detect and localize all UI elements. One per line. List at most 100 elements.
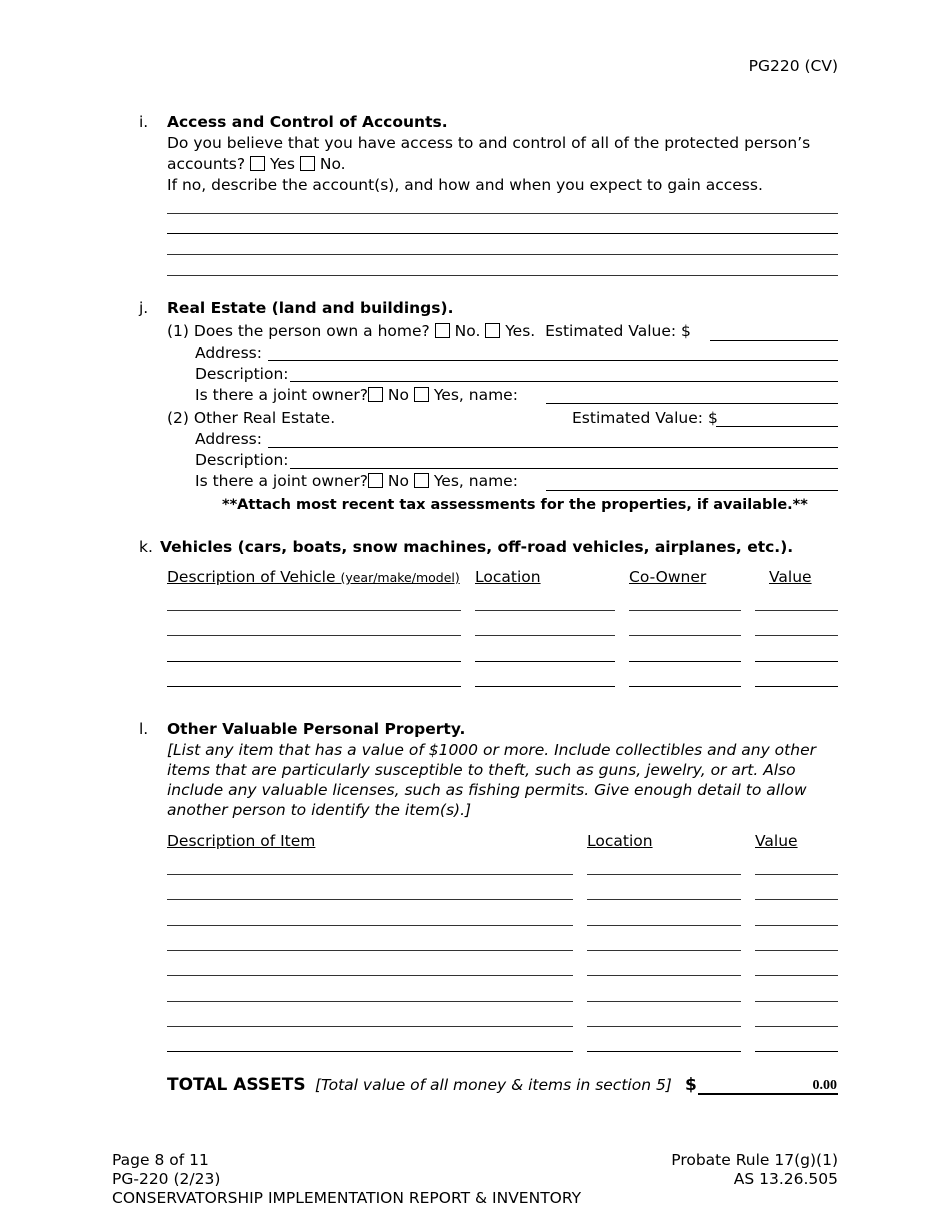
- section-k-letter: k.: [139, 538, 153, 556]
- vehicle-description-field[interactable]: [167, 635, 461, 637]
- property-location-field[interactable]: [587, 949, 741, 951]
- property-value-field[interactable]: [755, 1025, 838, 1027]
- vehicle-value-field[interactable]: [755, 660, 838, 662]
- home-description-label: Description:: [195, 365, 289, 383]
- property-description-field[interactable]: [167, 1025, 573, 1027]
- section-l-instruction-2: items that are particularly susceptible …: [167, 761, 796, 779]
- vehicle-value-field[interactable]: [755, 610, 838, 611]
- other-joint-no-checkbox[interactable]: [367, 473, 383, 488]
- property-location-field[interactable]: [587, 874, 741, 875]
- accounts-yes-checkbox[interactable]: [250, 156, 265, 171]
- vehicle-coowner-field[interactable]: [629, 660, 741, 662]
- home-joint-no-label: No: [387, 386, 409, 404]
- total-currency: $: [685, 1075, 697, 1095]
- vehicle-description-field[interactable]: [167, 660, 461, 662]
- footer-form-version: PG-220 (2/23): [112, 1170, 221, 1188]
- property-value-field[interactable]: [755, 899, 838, 901]
- section-l-title: Other Valuable Personal Property.: [167, 720, 466, 738]
- home-yes-label: Yes.: [505, 322, 536, 340]
- other-value-field[interactable]: [716, 426, 838, 427]
- home-joint-name-field[interactable]: [546, 403, 838, 404]
- property-value-field[interactable]: [755, 924, 838, 926]
- property-value-field[interactable]: [755, 949, 838, 951]
- vehicle-coowner-field[interactable]: [629, 685, 741, 687]
- property-value-field[interactable]: [755, 1000, 838, 1002]
- vehicle-description-field[interactable]: [167, 685, 461, 687]
- section-l-letter: l.: [139, 720, 149, 738]
- vehicle-coowner-field[interactable]: [629, 610, 741, 611]
- accounts-description-line[interactable]: [167, 213, 838, 214]
- other-joint-name-field[interactable]: [546, 490, 838, 491]
- other-address-field[interactable]: [268, 447, 838, 448]
- property-location-field[interactable]: [587, 1025, 741, 1027]
- property-description-field[interactable]: [167, 924, 573, 926]
- other-realestate-question: (2) Other Real Estate.: [167, 409, 336, 427]
- vehicle-col-description: Description of Vehicle (year/make/model): [167, 568, 460, 586]
- property-description-field[interactable]: [167, 874, 573, 875]
- property-description-field[interactable]: [167, 899, 573, 901]
- accounts-description-line[interactable]: [167, 254, 838, 255]
- home-address-field[interactable]: [268, 360, 838, 361]
- vehicle-value-field[interactable]: [755, 685, 838, 687]
- footer-form-title: CONSERVATORSHIP IMPLEMENTATION REPORT & …: [112, 1189, 582, 1207]
- section-j-letter: j.: [139, 299, 149, 317]
- property-value-field[interactable]: [755, 1051, 838, 1053]
- vehicle-col-coowner: Co-Owner: [629, 568, 707, 586]
- section-i-question: Do you believe that you have access to a…: [167, 134, 811, 152]
- home-value-label: Estimated Value: $: [545, 322, 691, 340]
- other-description-field[interactable]: [290, 468, 838, 469]
- other-joint-no-label: No: [387, 472, 409, 490]
- property-location-field[interactable]: [587, 924, 741, 926]
- property-location-field[interactable]: [587, 975, 741, 977]
- section-i-instruction: If no, describe the account(s), and how …: [167, 176, 763, 194]
- property-location-field[interactable]: [587, 899, 741, 901]
- accounts-no-label: No.: [319, 155, 346, 173]
- vehicle-location-field[interactable]: [475, 635, 615, 637]
- property-location-field[interactable]: [587, 1000, 741, 1002]
- section-i-question-line2: accounts? Yes No.: [167, 155, 346, 173]
- property-value-field[interactable]: [755, 874, 838, 875]
- vehicle-description-field[interactable]: [167, 610, 461, 611]
- home-description-field[interactable]: [290, 381, 838, 382]
- footer-rule: Probate Rule 17(g)(1): [671, 1151, 838, 1169]
- home-value-field[interactable]: [710, 340, 838, 341]
- total-assets-value: 0.00: [812, 1078, 838, 1093]
- property-col-location: Location: [587, 832, 653, 850]
- home-no-checkbox[interactable]: [434, 323, 450, 338]
- home-yes-checkbox[interactable]: [485, 323, 501, 338]
- vehicle-col-description-label: Description of Vehicle: [167, 568, 336, 586]
- vehicle-location-field[interactable]: [475, 610, 615, 611]
- home-joint-row: Is there a joint owner? No Yes, name:: [195, 386, 518, 404]
- accounts-description-line[interactable]: [167, 275, 838, 276]
- vehicle-value-field[interactable]: [755, 635, 838, 637]
- section-j-title: Real Estate (land and buildings).: [167, 299, 454, 317]
- footer-page: Page 8 of 11: [112, 1151, 209, 1169]
- vehicle-coowner-field[interactable]: [629, 635, 741, 637]
- vehicle-col-description-sub: (year/make/model): [340, 570, 460, 585]
- section-i-title: Access and Control of Accounts.: [167, 113, 448, 131]
- section-l-instruction-4: another person to identify the item(s).]: [167, 801, 472, 819]
- total-assets-label: TOTAL ASSETS: [167, 1075, 306, 1095]
- other-joint-yes-label: Yes, name:: [433, 472, 518, 490]
- property-description-field[interactable]: [167, 1000, 573, 1002]
- property-description-field[interactable]: [167, 1051, 573, 1053]
- home-joint-no-checkbox[interactable]: [367, 387, 383, 402]
- property-description-field[interactable]: [167, 975, 573, 977]
- home-joint-yes-checkbox[interactable]: [413, 387, 429, 402]
- vehicle-location-field[interactable]: [475, 660, 615, 662]
- home-no-label: No.: [454, 322, 481, 340]
- property-description-field[interactable]: [167, 949, 573, 951]
- accounts-label: accounts?: [167, 155, 246, 173]
- other-value-label: Estimated Value: $: [572, 409, 718, 427]
- home-question: (1) Does the person own a home?: [167, 322, 430, 340]
- property-location-field[interactable]: [587, 1051, 741, 1053]
- accounts-description-line[interactable]: [167, 233, 838, 234]
- property-value-field[interactable]: [755, 975, 838, 977]
- accounts-yes-label: Yes: [269, 155, 295, 173]
- other-joint-yes-checkbox[interactable]: [413, 473, 429, 488]
- section-i-letter: i.: [139, 113, 149, 131]
- accounts-no-checkbox[interactable]: [299, 156, 315, 171]
- other-description-label: Description:: [195, 451, 289, 469]
- vehicle-location-field[interactable]: [475, 685, 615, 687]
- home-joint-label: Is there a joint owner?: [195, 386, 368, 404]
